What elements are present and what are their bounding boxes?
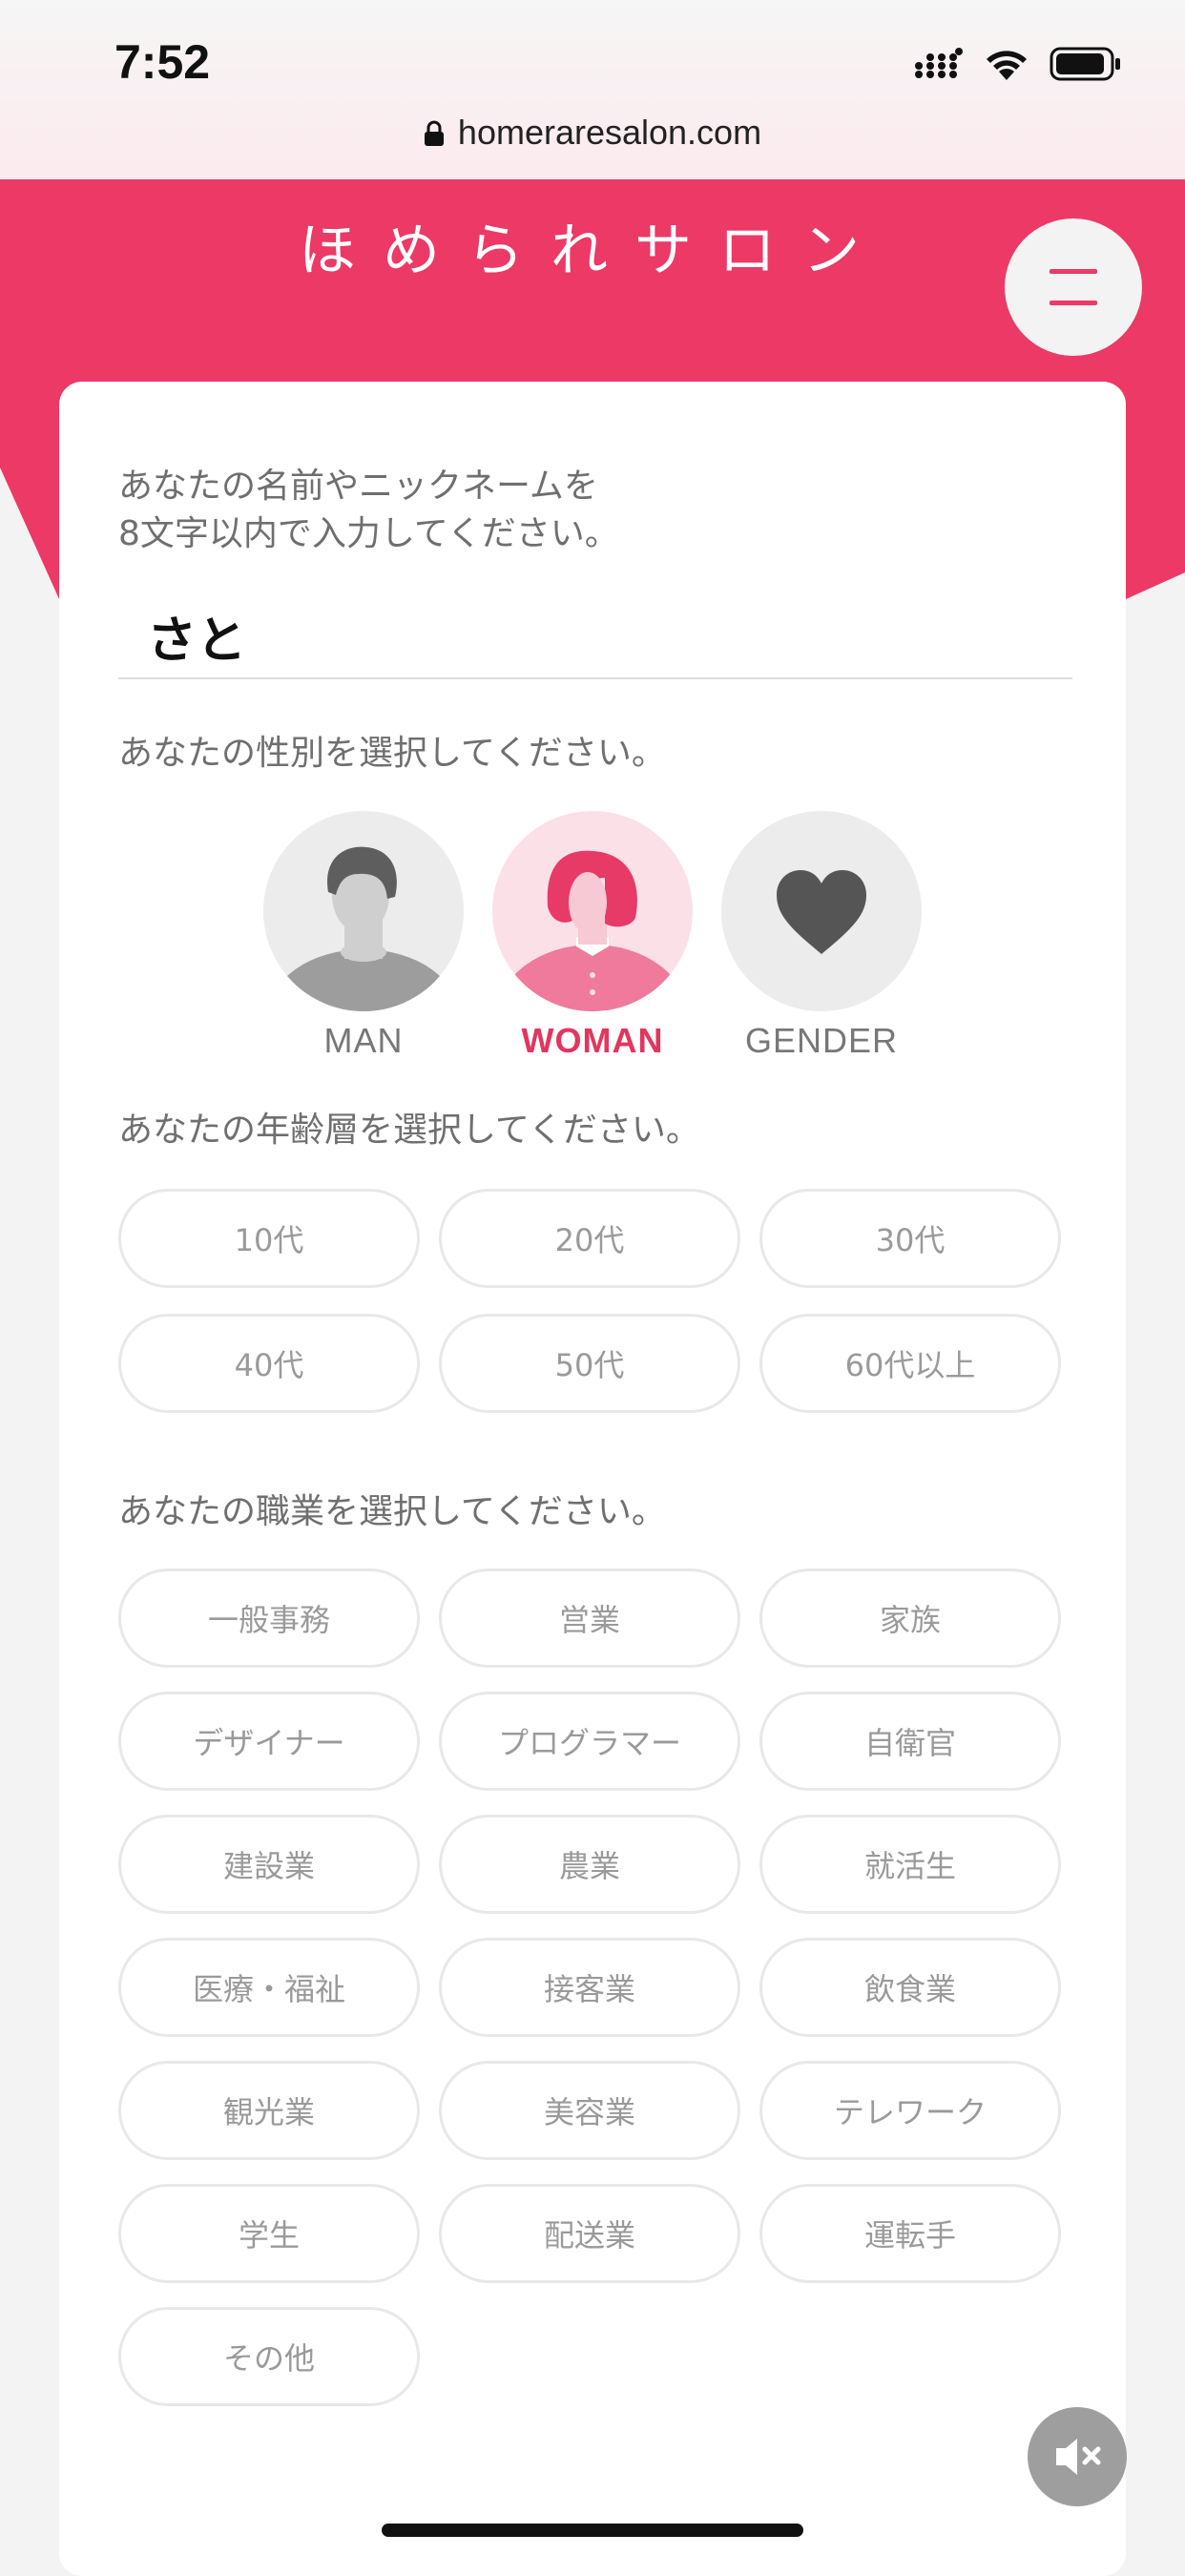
battery-icon xyxy=(1050,47,1120,81)
age-option-50s[interactable]: 50代 xyxy=(439,1314,740,1413)
gender-prompt: あなたの性別を選択してください。 xyxy=(118,734,666,773)
job-option[interactable]: 農業 xyxy=(439,1815,740,1914)
gender-label-man: MAN xyxy=(323,1021,404,1060)
menu-button[interactable] xyxy=(1005,218,1142,356)
job-option[interactable]: 飲食業 xyxy=(759,1938,1061,2037)
job-option[interactable]: 観光業 xyxy=(118,2061,420,2160)
home-indicator xyxy=(382,2524,803,2537)
job-option[interactable]: 接客業 xyxy=(439,1938,740,2037)
mute-button[interactable] xyxy=(1028,2407,1127,2506)
address-bar[interactable]: homeraresalon.com xyxy=(0,113,1185,153)
man-avatar-icon xyxy=(263,811,464,1011)
job-option[interactable]: 営業 xyxy=(439,1568,740,1668)
gender-option-other[interactable]: GENDER xyxy=(721,811,922,1061)
job-option[interactable]: 建設業 xyxy=(118,1815,420,1914)
status-time: 7:52 xyxy=(114,35,211,89)
job-option[interactable]: その他 xyxy=(118,2307,420,2406)
age-option-60s-plus[interactable]: 60代以上 xyxy=(759,1314,1061,1413)
job-option[interactable]: 医療・福祉 xyxy=(118,1938,420,2037)
job-option[interactable]: 一般事務 xyxy=(118,1568,420,1668)
gender-label-woman: WOMAN xyxy=(521,1021,664,1060)
wifi-icon xyxy=(987,51,1027,80)
job-prompt: あなたの職業を選択してください。 xyxy=(118,1492,666,1531)
name-input[interactable] xyxy=(118,593,1072,679)
cellular-signal-icon xyxy=(915,48,963,78)
job-option[interactable]: 家族 xyxy=(759,1568,1061,1668)
job-option[interactable]: デザイナー xyxy=(118,1692,420,1791)
age-prompt: あなたの年齢層を選択してください。 xyxy=(118,1111,700,1150)
gender-option-man[interactable]: MAN xyxy=(263,811,464,1061)
job-option[interactable]: 運転手 xyxy=(759,2184,1061,2283)
age-option-10s[interactable]: 10代 xyxy=(118,1189,420,1288)
url-text: homeraresalon.com xyxy=(457,113,762,152)
age-option-20s[interactable]: 20代 xyxy=(439,1189,740,1288)
job-option[interactable]: 配送業 xyxy=(439,2184,740,2283)
age-option-30s[interactable]: 30代 xyxy=(759,1189,1061,1288)
age-option-40s[interactable]: 40代 xyxy=(118,1314,420,1413)
job-option[interactable]: 自衛官 xyxy=(759,1692,1061,1791)
woman-avatar-icon xyxy=(492,811,693,1011)
lock-icon xyxy=(424,120,444,146)
status-bar: 7:52 homeraresalon.com xyxy=(0,0,1185,179)
job-option[interactable]: 就活生 xyxy=(759,1815,1061,1914)
gender-option-woman[interactable]: WOMAN xyxy=(492,811,693,1061)
job-option[interactable]: 学生 xyxy=(118,2184,420,2283)
job-option[interactable]: プログラマー xyxy=(439,1692,740,1791)
job-option[interactable]: テレワーク xyxy=(759,2061,1061,2160)
profile-form-card: あなたの名前やニックネームを 8文字以内で入力してください。 あなたの性別を選択… xyxy=(59,382,1126,2576)
heart-icon xyxy=(721,811,922,1011)
job-option[interactable]: 美容業 xyxy=(439,2061,740,2160)
speaker-muted-icon xyxy=(1056,2439,1101,2475)
name-prompt: あなたの名前やニックネームを 8文字以内で入力してください。 xyxy=(118,467,619,553)
gender-label-other: GENDER xyxy=(744,1021,899,1060)
